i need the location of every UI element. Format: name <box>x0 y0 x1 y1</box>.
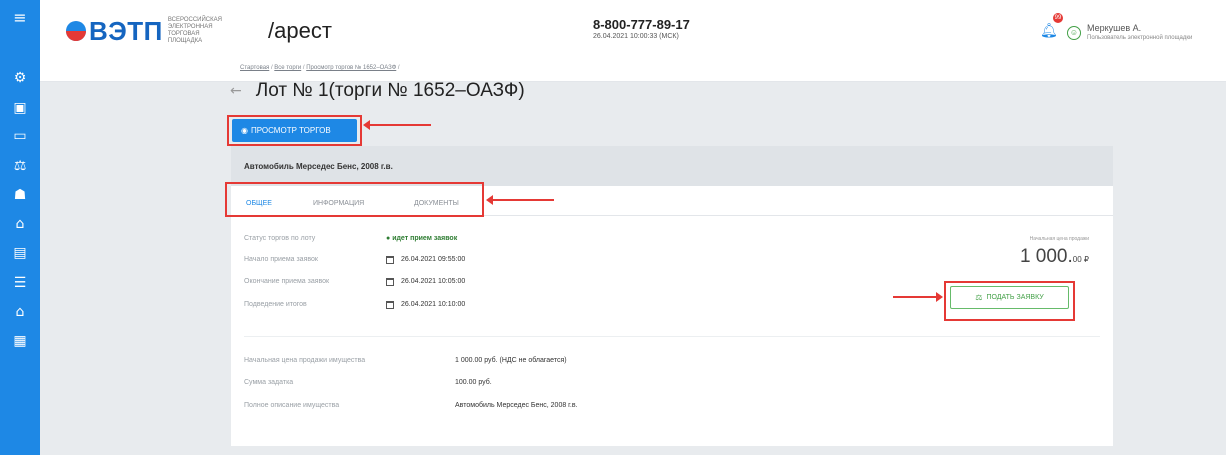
logo-mark-icon <box>66 21 86 41</box>
user-role: Пользователь электронной площадки <box>1087 35 1193 41</box>
highlight-box-apply-button <box>944 281 1075 321</box>
calendar-icon <box>386 256 394 264</box>
results-value: 26.04.2021 10:10:00 <box>401 301 466 308</box>
highlight-box-tabs <box>225 182 484 217</box>
annotation-arrow-apply <box>893 292 943 302</box>
module-name: /арест <box>268 18 332 43</box>
annotation-arrow-tabs <box>486 195 554 205</box>
results-label: Подведение итогов <box>244 301 307 308</box>
lot-icon[interactable]: ⌂ <box>11 215 29 233</box>
document-icon[interactable]: ▣ <box>11 99 29 117</box>
notification-badge: 99 <box>1053 13 1063 23</box>
description-value: Автомобиль Мерседес Бенс, 2008 г.в. <box>455 402 578 409</box>
deposit-label: Сумма задатка <box>244 379 294 386</box>
user-icon[interactable]: ☗ <box>11 186 29 204</box>
deposit-value: 100.00 руб. <box>455 379 492 386</box>
initial-price-value: 1 000.00 руб. (НДС не облагается) <box>455 357 567 364</box>
auction-icon[interactable]: ⚖ <box>11 157 29 175</box>
card-icon[interactable]: ▭ <box>11 127 29 145</box>
end-value: 26.04.2021 10:05:00 <box>401 278 466 285</box>
price-main: 1 000. <box>1019 246 1073 267</box>
menu-icon[interactable]: ≡ <box>11 9 29 27</box>
title-row: ← Лот № 1(торги № 1652–ОАЗФ) <box>230 80 525 102</box>
page-title: Лот № 1(торги № 1652–ОАЗФ) <box>255 80 525 101</box>
lot-header: Автомобиль Мерседес Бенс, 2008 г.в. <box>231 146 1113 186</box>
list-icon[interactable]: ☰ <box>11 274 29 292</box>
price-value: 1 000.00 ₽ <box>1020 246 1089 268</box>
support-phone: 8-800-777-89-17 <box>593 17 690 32</box>
start-value: 26.04.2021 09:55:00 <box>401 256 466 263</box>
status-value: ● идет прием заявок <box>386 235 458 242</box>
file-icon[interactable]: ▤ <box>11 244 29 262</box>
divider <box>244 336 1100 337</box>
breadcrumb-home[interactable]: Стартовая <box>240 65 269 71</box>
user-avatar-icon[interactable]: ☺ <box>1067 26 1081 40</box>
breadcrumb: Стартовая / Все торги / Просмотр торгов … <box>240 65 400 71</box>
calculator-icon[interactable]: ▦ <box>11 332 29 350</box>
price-label: Начальная цена продажи <box>1029 236 1089 242</box>
home-icon[interactable]: ⌂ <box>11 303 29 321</box>
user-name[interactable]: Меркушев А. <box>1087 23 1141 33</box>
logo[interactable]: ВЭТП Всероссийская электронная торговая … <box>66 15 230 46</box>
top-header: ВЭТП Всероссийская электронная торговая … <box>40 0 1226 82</box>
calendar-icon <box>386 301 394 309</box>
bell-icon[interactable]: 🔔︎ <box>1040 23 1058 39</box>
breadcrumb-view-auction[interactable]: Просмотр торгов № 1652–ОАЗФ <box>306 65 396 71</box>
sidebar: ≡ ⚙ ▣ ▭ ⚖ ☗ ⌂ ▤ ☰ ⌂ ▦ <box>0 0 40 455</box>
lot-name: Автомобиль Мерседес Бенс, 2008 г.в. <box>244 162 393 171</box>
status-value-text: идет прием заявок <box>392 235 458 242</box>
price-cents: 00 ₽ <box>1072 255 1089 264</box>
end-label: Окончание приема заявок <box>244 278 330 285</box>
logo-subtitle: Всероссийская электронная торговая площа… <box>167 17 222 44</box>
highlight-box-view-button <box>227 115 362 146</box>
settings-icon[interactable]: ⚙ <box>11 69 29 87</box>
initial-price-label: Начальная цена продажи имущества <box>244 357 366 364</box>
start-label: Начало приема заявок <box>244 256 318 263</box>
logo-text: ВЭТП <box>89 15 163 46</box>
server-datetime: 26.04.2021 10:00:33 (МСК) <box>593 33 679 40</box>
annotation-arrow-view <box>363 120 431 130</box>
back-arrow-icon[interactable]: ← <box>230 83 242 99</box>
description-label: Полное описание имущества <box>244 402 340 409</box>
calendar-icon <box>386 278 394 286</box>
breadcrumb-all-auctions[interactable]: Все торги <box>274 65 301 71</box>
status-label: Статус торгов по лоту <box>244 235 316 242</box>
